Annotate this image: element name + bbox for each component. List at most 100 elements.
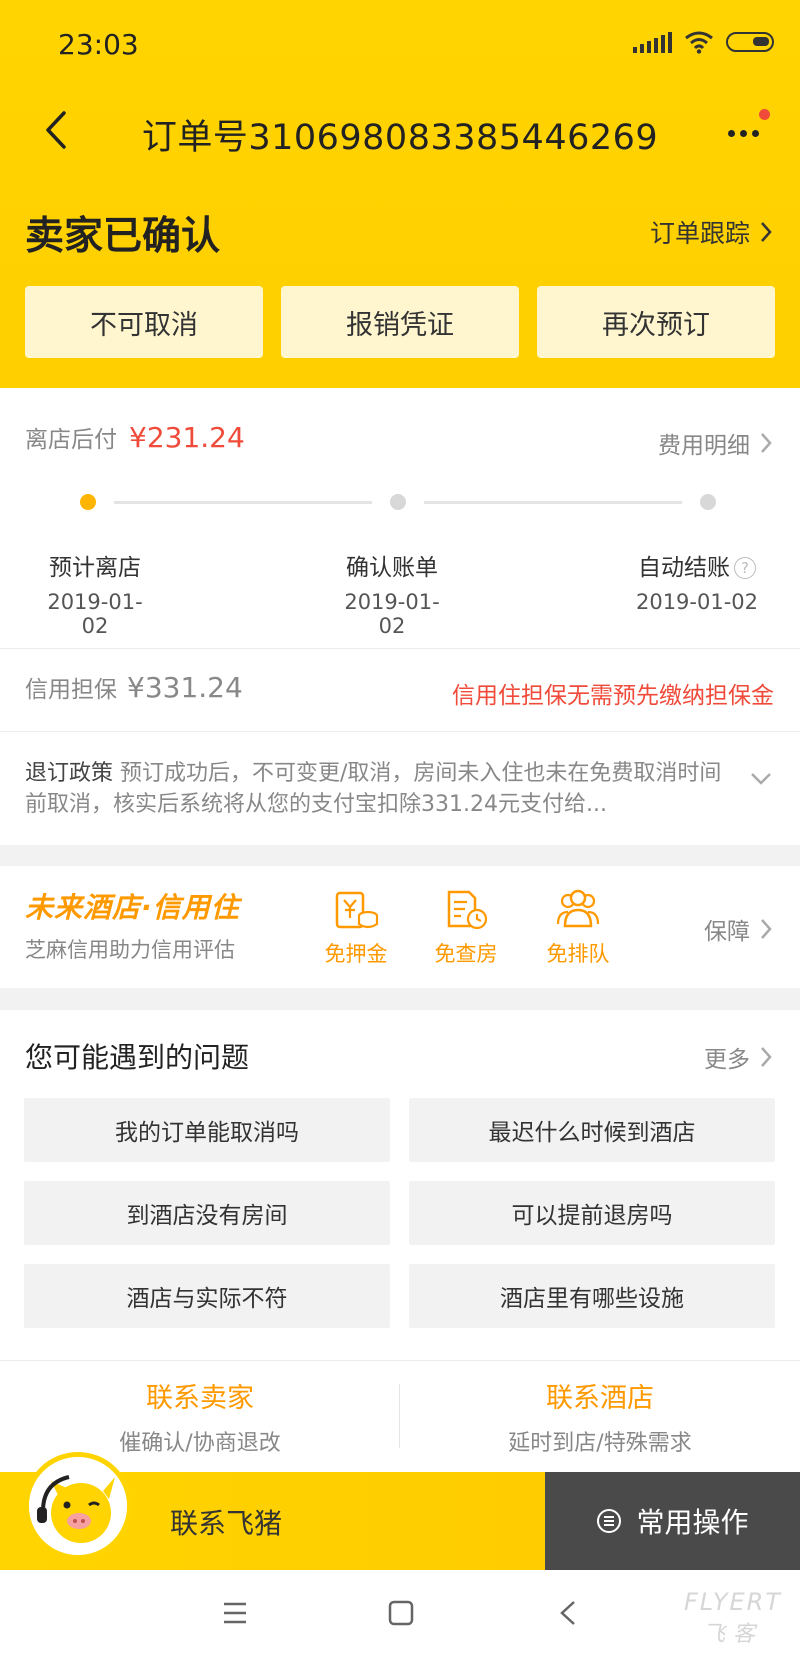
chevron-right-icon — [761, 1047, 772, 1067]
divider — [0, 648, 800, 649]
perk-label: 免查房 — [434, 942, 498, 966]
status-icons — [633, 30, 774, 54]
contact-seller-title: 联系卖家 — [146, 1383, 254, 1414]
step-label-row: 自动结账? — [632, 548, 762, 582]
payment-card: 离店后付 ¥231.24 费用明细 预计离店 2019-01-02 确认账单 2… — [0, 388, 800, 845]
page-title: 订单号3106980833854462​69 — [141, 118, 659, 158]
perk-no-room-check: 免查房 — [426, 888, 506, 968]
divider — [0, 731, 800, 732]
step-date: 2019-01-02 — [47, 590, 143, 638]
no-cancel-button[interactable]: 不可取消 — [25, 286, 263, 358]
cancel-policy[interactable]: 退订政策 预订成功后，不可变更/取消，房间未入住也未在免费取消时间前取消，核实后… — [25, 758, 725, 820]
chevron-right-icon — [761, 919, 772, 939]
contact-hotel-title: 联系酒店 — [546, 1383, 654, 1414]
policy-text: 预订成功后，不可变更/取消，房间未入住也未在免费取消时间前取消，核实后系统将从您… — [25, 761, 722, 817]
wifi-icon — [685, 31, 713, 54]
faq-title: 您可能遇到的问题 — [25, 1041, 250, 1074]
faq-item[interactable]: 可以提前退房吗 — [409, 1181, 775, 1245]
divider — [0, 1360, 800, 1361]
fliggy-mascot-avatar — [24, 1452, 132, 1560]
faq-item[interactable]: 我的订单能取消吗 — [24, 1098, 390, 1162]
step-checkout: 预计离店 2019-01-02 — [40, 548, 150, 638]
help-icon[interactable]: ? — [734, 557, 756, 579]
status-time: 23:03 — [58, 28, 139, 61]
contact-seller-subtitle: 催确认/协商退改 — [119, 1431, 281, 1456]
credit-stay-card: 未来酒店·信用住 芝麻信用助力信用评估 免押金 免查房 免排队 保障 — [0, 866, 800, 988]
battery-icon — [726, 32, 774, 52]
payment-label: 离店后付 — [25, 427, 117, 453]
payment-row: 离店后付 ¥231.24 — [25, 420, 245, 454]
step-date: 2019-01-02 — [344, 590, 440, 638]
faq-more-label: 更多 — [704, 1047, 750, 1073]
order-header: 23:03 订单号3106980833854462​69 卖家已确认 — [0, 0, 800, 388]
payment-progress — [80, 492, 720, 512]
bottom-action-bar: 联系飞猪 常用操作 — [0, 1452, 800, 1570]
deposit-free-icon — [335, 891, 379, 929]
faq-more-link[interactable]: 更多 — [704, 1040, 772, 1074]
menu-icon[interactable] — [222, 1600, 248, 1626]
rebook-button[interactable]: 再次预订 — [537, 286, 775, 358]
perk-label: 免押金 — [324, 942, 388, 966]
more-icon — [728, 130, 759, 137]
common-actions-label: 常用操作 — [636, 1506, 749, 1539]
contact-hotel-button[interactable]: 联系酒店 延时到店/特殊需求 — [400, 1376, 800, 1457]
back-icon[interactable] — [558, 1600, 578, 1626]
pig-mascot-icon — [29, 1457, 127, 1555]
nav-bar: 订单号3106980833854462​69 — [0, 95, 800, 165]
contact-fliggy-label: 联系飞猪 — [170, 1507, 283, 1540]
step-date: 2019-01-02 — [635, 590, 759, 614]
step-label: 预计离店 — [49, 555, 141, 581]
step-auto-settle: 自动结账? 2019-01-02 — [632, 548, 762, 614]
watermark-line2: 飞客 — [702, 1622, 763, 1647]
chevron-right-icon — [761, 433, 772, 453]
progress-dot-1 — [80, 494, 96, 510]
watermark: FLYERT 飞客 — [684, 1588, 782, 1648]
system-nav-bar — [0, 1570, 800, 1665]
fee-detail-label: 费用明细 — [658, 433, 750, 459]
signal-icon — [633, 31, 672, 53]
no-room-check-icon — [447, 890, 488, 930]
step-label: 确认账单 — [346, 555, 438, 581]
credit-subtitle: 芝麻信用助力信用评估 — [25, 938, 235, 962]
contact-fliggy-button[interactable]: 联系飞猪 — [0, 1452, 545, 1570]
status-bar: 23:03 — [0, 0, 800, 90]
common-actions-button[interactable]: 常用操作 — [545, 1472, 800, 1570]
faq-item[interactable]: 酒店里有哪些设施 — [409, 1264, 775, 1328]
contact-hotel-subtitle: 延时到店/特殊需求 — [508, 1431, 692, 1456]
faq-item[interactable]: 最迟什么时候到酒店 — [409, 1098, 775, 1162]
chevron-down-icon[interactable] — [750, 772, 772, 786]
step-label: 自动结账 — [638, 555, 730, 581]
home-icon[interactable] — [388, 1600, 414, 1626]
faq-item[interactable]: 到酒店没有房间 — [24, 1181, 390, 1245]
faq-item[interactable]: 酒店与实际不符 — [24, 1264, 390, 1328]
watermark-line1: FLYERT — [683, 1588, 782, 1616]
progress-line — [114, 501, 372, 504]
perk-label: 免排队 — [546, 942, 610, 966]
guarantee-link-label: 保障 — [704, 919, 750, 945]
contact-card: 联系卖家 催确认/协商退改 联系酒店 延时到店/特殊需求 — [0, 1360, 800, 1472]
perk-no-queue: 免排队 — [538, 888, 618, 968]
menu-list-icon — [597, 1509, 622, 1533]
receipt-button[interactable]: 报销凭证 — [281, 286, 519, 358]
notification-dot — [759, 109, 770, 120]
payment-amount: ¥231.24 — [129, 421, 245, 454]
contact-seller-button[interactable]: 联系卖家 催确认/协商退改 — [0, 1376, 400, 1457]
perk-deposit-free: 免押金 — [316, 888, 396, 968]
credit-stay-logo: 未来酒店·信用住 — [25, 891, 240, 924]
order-actions: 不可取消 报销凭证 再次预订 — [25, 286, 775, 358]
order-status: 卖家已确认 — [25, 214, 221, 259]
step-confirm-bill: 确认账单 2019-01-02 — [332, 548, 452, 638]
order-track-link[interactable]: 订单跟踪 — [650, 214, 772, 250]
order-track-label: 订单跟踪 — [649, 219, 750, 248]
fee-detail-link[interactable]: 费用明细 — [658, 426, 772, 460]
more-button[interactable] — [722, 107, 772, 153]
guarantee-link[interactable]: 保障 — [704, 912, 772, 946]
guarantee-amount: ¥331.24 — [127, 671, 243, 704]
chevron-right-icon — [761, 222, 772, 242]
policy-title: 退订政策 — [25, 761, 114, 786]
faq-card: 您可能遇到的问题 更多 我的订单能取消吗 最迟什么时候到酒店 到酒店没有房间 可… — [0, 1010, 800, 1360]
progress-dot-2 — [390, 494, 406, 510]
progress-dot-3 — [700, 494, 716, 510]
progress-line — [424, 501, 682, 504]
no-queue-icon — [556, 889, 600, 928]
